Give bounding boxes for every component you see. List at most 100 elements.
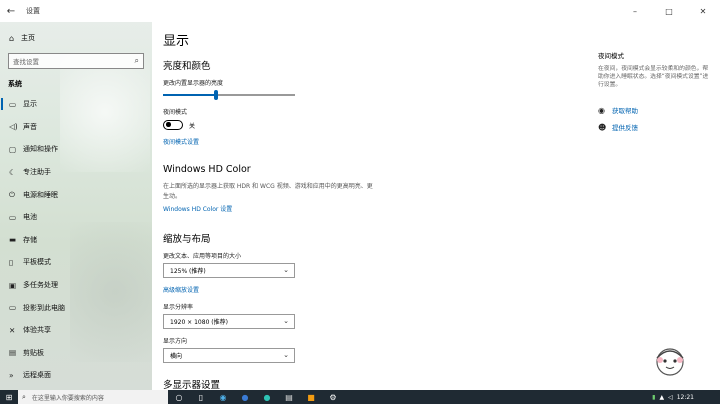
sidebar-item-label: 投影到此电脑 — [23, 303, 65, 312]
sidebar-section-title: 系统 — [8, 80, 22, 88]
volume-icon[interactable]: ◁ — [668, 394, 673, 401]
storage-icon: ▬ — [9, 235, 17, 245]
orientation-label: 显示方向 — [163, 338, 188, 345]
sidebar-item-label: 存储 — [23, 235, 37, 244]
advanced-scaling-link[interactable]: 高级缩放设置 — [163, 285, 593, 294]
search-icon: ⌕ — [134, 56, 139, 65]
sidebar-item[interactable]: ▤ 剪贴板 — [0, 342, 152, 365]
sidebar-item[interactable]: ◁) 声音 — [0, 116, 152, 139]
main-content: 显示 亮度和颜色 更改内置显示器的亮度 夜间模式 关 夜间模式设置 Window… — [163, 22, 593, 391]
windows-start-icon[interactable]: ⊞ — [0, 390, 18, 404]
maximize-button[interactable]: □ — [652, 0, 686, 22]
sidebar-item[interactable]: ✕ 体验共享 — [0, 319, 152, 342]
brightness-slider-thumb[interactable] — [213, 90, 218, 100]
brightness-label: 更改内置显示器的亮度 — [163, 80, 224, 87]
store-icon[interactable]: ▤ — [278, 390, 300, 404]
related-description: 在夜间，夜间模式会显示较柔和的颜色，帮助你进入睡眠状态。选择“夜间模式设置”进行… — [598, 66, 709, 88]
related-title: 夜间模式 — [598, 52, 624, 60]
resolution-dropdown[interactable]: 1920 × 1080 (推荐) ⌄ — [163, 314, 295, 329]
close-button[interactable]: ✕ — [686, 0, 720, 22]
scale-label: 更改文本、应用等项目的大小 — [163, 253, 242, 260]
notification-icon: ▢ — [9, 144, 17, 154]
system-tray: ▮ ▲ ◁ 12:21 — [652, 390, 694, 404]
brightness-slider[interactable] — [163, 90, 295, 100]
share-icon: ✕ — [9, 325, 16, 335]
sidebar-item-label: 剪贴板 — [23, 348, 44, 357]
minimize-button[interactable]: – — [618, 0, 652, 22]
battery-icon[interactable]: ▮ — [652, 394, 655, 401]
scale-layout-heading: 缩放与布局 — [163, 234, 211, 245]
sidebar-item[interactable]: ▭ 显示 — [0, 93, 152, 116]
sidebar-home[interactable]: ⌂ 主页 — [0, 29, 152, 47]
night-light-label: 夜间模式 — [163, 109, 188, 116]
get-help-link[interactable]: ◉ 获取帮助 — [598, 105, 713, 116]
settings-gear-icon[interactable]: ⚙ — [322, 390, 344, 404]
sidebar-item[interactable]: ▭ 投影到此电脑 — [0, 296, 152, 319]
night-light-settings-link[interactable]: 夜间模式设置 — [163, 137, 593, 146]
brightness-heading: 亮度和颜色 — [163, 61, 211, 72]
hd-color-description: 在上面所选的显示器上获取 HDR 和 WCG 视频、游戏和应用中的更高明亮、更生… — [163, 183, 373, 200]
scale-value: 125% (推荐) — [170, 268, 206, 275]
app-icon[interactable]: ● — [256, 390, 278, 404]
multitask-icon: ▣ — [9, 280, 17, 290]
sidebar-item-label: 电池 — [23, 213, 37, 222]
app-icon[interactable]: ● — [234, 390, 256, 404]
cartoon-sticker-icon — [656, 348, 684, 376]
window-title: 设置 — [26, 7, 40, 15]
sidebar-item[interactable]: ▣ 多任务处理 — [0, 274, 152, 297]
monitor-icon: ▭ — [9, 99, 17, 109]
sidebar-item[interactable]: ▬ 存储 — [0, 229, 152, 252]
resolution-value: 1920 × 1080 (推荐) — [170, 319, 228, 326]
power-icon: ⏻ — [9, 189, 15, 199]
sidebar-item[interactable]: ▯ 平板模式 — [0, 251, 152, 274]
sidebar-item[interactable]: ▢ 通知和操作 — [0, 138, 152, 161]
sidebar-item-label: 体验共享 — [23, 326, 51, 335]
sidebar-item-label: 显示 — [23, 100, 37, 109]
home-icon: ⌂ — [9, 33, 15, 43]
feedback-link[interactable]: ☻ 提供反馈 — [598, 122, 713, 133]
projector-icon: ▭ — [9, 303, 17, 313]
night-light-toggle[interactable] — [163, 120, 183, 130]
back-arrow-icon[interactable]: ← — [0, 0, 22, 22]
sidebar-item[interactable]: » 远程桌面 — [0, 364, 152, 387]
task-view-icon[interactable]: ▯ — [190, 390, 212, 404]
search-placeholder: 查找设置 — [13, 58, 39, 66]
chevron-down-icon: ⌄ — [283, 266, 289, 274]
battery-icon: ▭ — [9, 212, 17, 222]
sidebar-item[interactable]: ⏻ 电源和睡眠 — [0, 183, 152, 206]
moon-icon: ☾ — [9, 167, 16, 177]
sidebar-item-label: 平板模式 — [23, 258, 51, 267]
title-bar: ← 设置 – □ ✕ — [0, 0, 720, 22]
feedback-icon: ☻ — [598, 122, 607, 132]
network-icon[interactable]: ▲ — [659, 394, 664, 401]
hd-color-settings-link[interactable]: Windows HD Color 设置 — [163, 204, 593, 213]
clipboard-icon: ▤ — [9, 348, 17, 358]
edge-browser-icon[interactable]: ◉ — [212, 390, 234, 404]
remote-icon: » — [9, 370, 14, 380]
get-help-label: 获取帮助 — [612, 107, 638, 115]
help-icon: ◉ — [598, 105, 605, 115]
task-view-icon[interactable]: ○ — [168, 390, 190, 404]
home-label: 主页 — [21, 34, 35, 42]
tablet-icon: ▯ — [9, 257, 14, 267]
taskbar: ⊞ ⌕ 在这里输入你要搜索的内容 ○ ▯ ◉ ● ● ▤ ■ ⚙ ▮ ▲ ◁ 1… — [0, 390, 720, 404]
sidebar-item[interactable]: ☾ 专注助手 — [0, 161, 152, 184]
multi-display-heading: 多显示器设置 — [163, 380, 221, 391]
sidebar-item-label: 远程桌面 — [23, 371, 51, 380]
settings-search-input[interactable]: 查找设置 ⌕ — [8, 53, 144, 69]
page-title: 显示 — [163, 34, 190, 49]
orientation-dropdown[interactable]: 横向 ⌄ — [163, 348, 295, 363]
resolution-label: 显示分辨率 — [163, 304, 194, 311]
search-icon: ⌕ — [22, 392, 26, 401]
app-icon[interactable]: ■ — [300, 390, 322, 404]
sidebar-item[interactable]: ▭ 电池 — [0, 206, 152, 229]
feedback-label: 提供反馈 — [612, 124, 638, 132]
window-controls: – □ ✕ — [618, 0, 720, 22]
chevron-down-icon: ⌄ — [283, 317, 289, 325]
taskbar-search-placeholder: 在这里输入你要搜索的内容 — [31, 394, 104, 402]
orientation-value: 横向 — [170, 353, 183, 360]
scale-dropdown[interactable]: 125% (推荐) ⌄ — [163, 263, 295, 278]
taskbar-search-input[interactable]: ⌕ 在这里输入你要搜索的内容 — [18, 390, 168, 404]
sidebar-item-label: 多任务处理 — [23, 281, 58, 290]
clock[interactable]: 12:21 — [677, 394, 694, 401]
